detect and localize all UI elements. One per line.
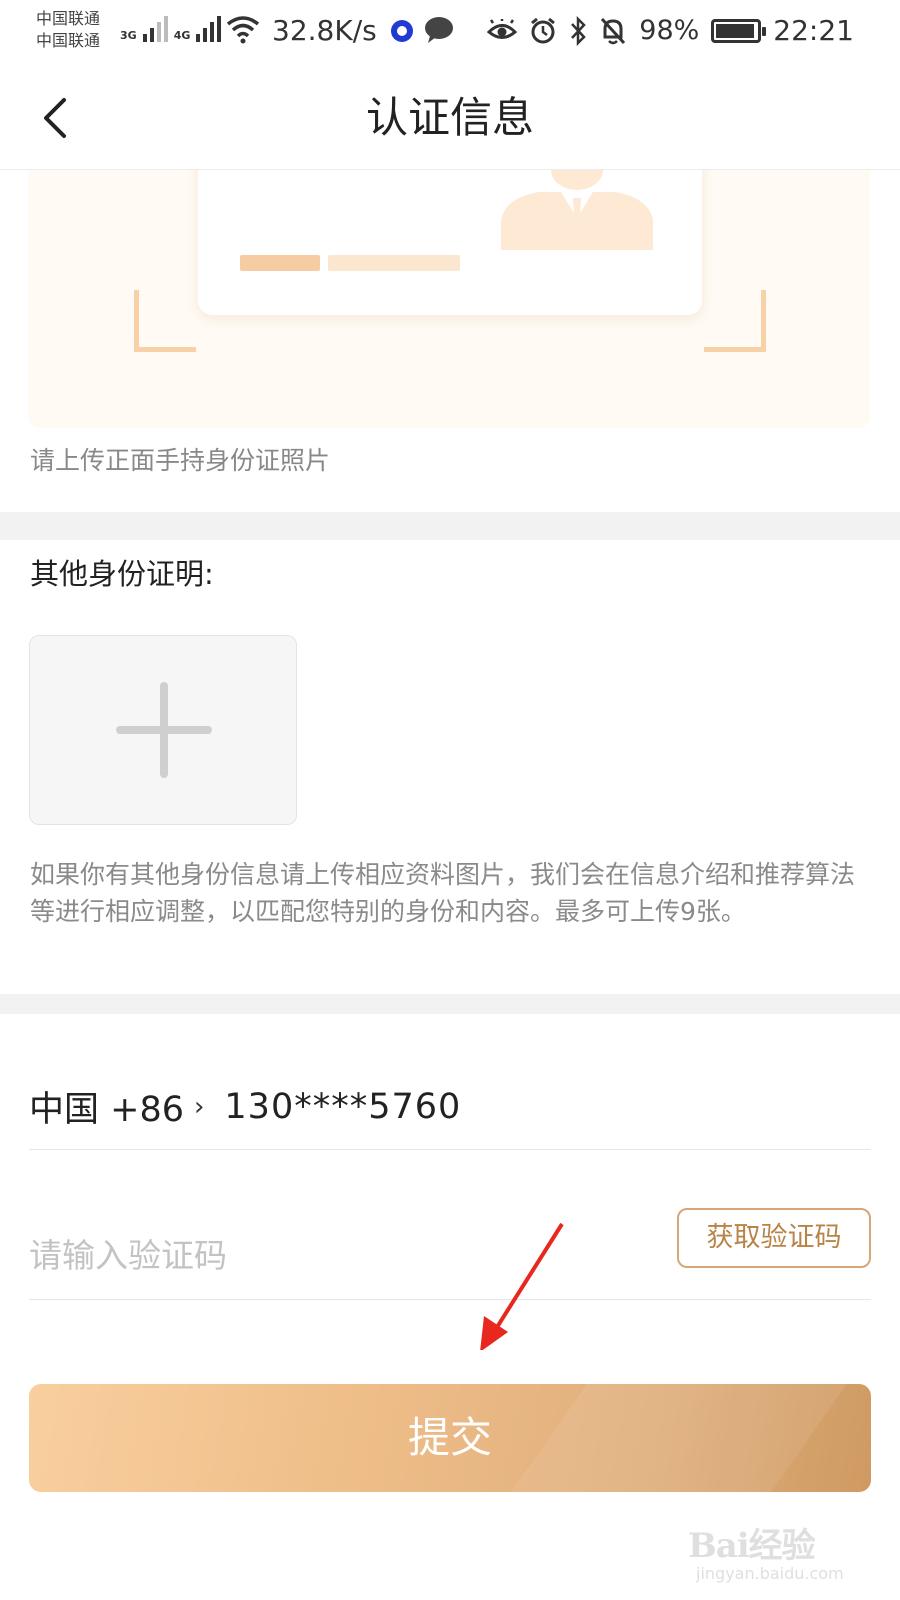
id-card-line (328, 255, 460, 271)
baidu-jingyan-watermark: Bai经验 jingyan.baidu.com (688, 1500, 858, 1590)
add-photo-button[interactable] (29, 635, 297, 825)
chat-bubble-icon (425, 17, 453, 43)
status-bar: 中国联通 中国联通 3G 4G 32.8K/s 98% 22:21 (0, 0, 900, 62)
annotation-arrow-icon (480, 1222, 564, 1350)
signal-icon (142, 12, 168, 42)
battery-percent: 98% (639, 15, 700, 46)
scan-frame-corner (134, 290, 196, 352)
verification-row: 获取验证码 (29, 1208, 871, 1300)
scan-frame-corner (704, 290, 766, 352)
signal-icon (196, 12, 222, 42)
network-speed: 32.8K/s (272, 14, 377, 47)
section-divider (0, 994, 900, 1014)
bluetooth-icon (571, 16, 587, 46)
carrier-1: 中国联通 (36, 9, 101, 28)
id-card-illustration (198, 170, 702, 315)
id-photo-upload[interactable] (28, 170, 870, 428)
submit-button[interactable]: 提交 (29, 1384, 871, 1492)
upload-hint: 请上传正面手持身份证照片 (30, 446, 331, 475)
net-type-1: 3G (120, 29, 137, 42)
country-code-selector[interactable]: 中国 +86 › (29, 1081, 204, 1132)
watermark-logo: Bai经验 (688, 1526, 816, 1566)
clock: 22:21 (773, 14, 854, 47)
carrier-2: 中国联通 (36, 31, 101, 50)
eye-icon (487, 19, 518, 39)
mute-bell-icon (601, 17, 626, 45)
phone-row: 中国 +86 › 130****5760 (29, 1064, 871, 1150)
plus-icon (160, 682, 168, 778)
carrier-labels: 中国联通 中国联通 (36, 8, 100, 52)
other-proof-description: 如果你有其他身份信息请上传相应资料图片，我们会在信息介绍和推荐算法等进行相应调整… (30, 860, 856, 926)
section-divider (0, 512, 900, 540)
submit-label: 提交 (407, 1413, 492, 1462)
other-proof-label: 其他身份证明: (30, 557, 214, 591)
status-right: 98% 22:21 (487, 14, 854, 48)
id-card-line (240, 255, 320, 271)
person-silhouette-icon (501, 170, 653, 250)
watermark-url: jingyan.baidu.com (696, 1564, 844, 1583)
chevron-right-icon: › (194, 1091, 205, 1122)
phone-number: 130****5760 (224, 1086, 462, 1127)
battery-icon (711, 19, 767, 43)
page-title: 认证信息 (365, 93, 534, 142)
get-code-button[interactable]: 获取验证码 (677, 1208, 871, 1268)
wifi-icon (226, 16, 260, 44)
nav-header: 认证信息 (0, 62, 900, 170)
country-code: 中国 +86 (29, 1090, 184, 1130)
app-notification-icon (391, 20, 413, 42)
button-shine (511, 1384, 847, 1492)
signal-group: 3G 4G (120, 12, 222, 42)
alarm-icon (531, 17, 556, 44)
net-type-2: 4G (173, 29, 191, 42)
